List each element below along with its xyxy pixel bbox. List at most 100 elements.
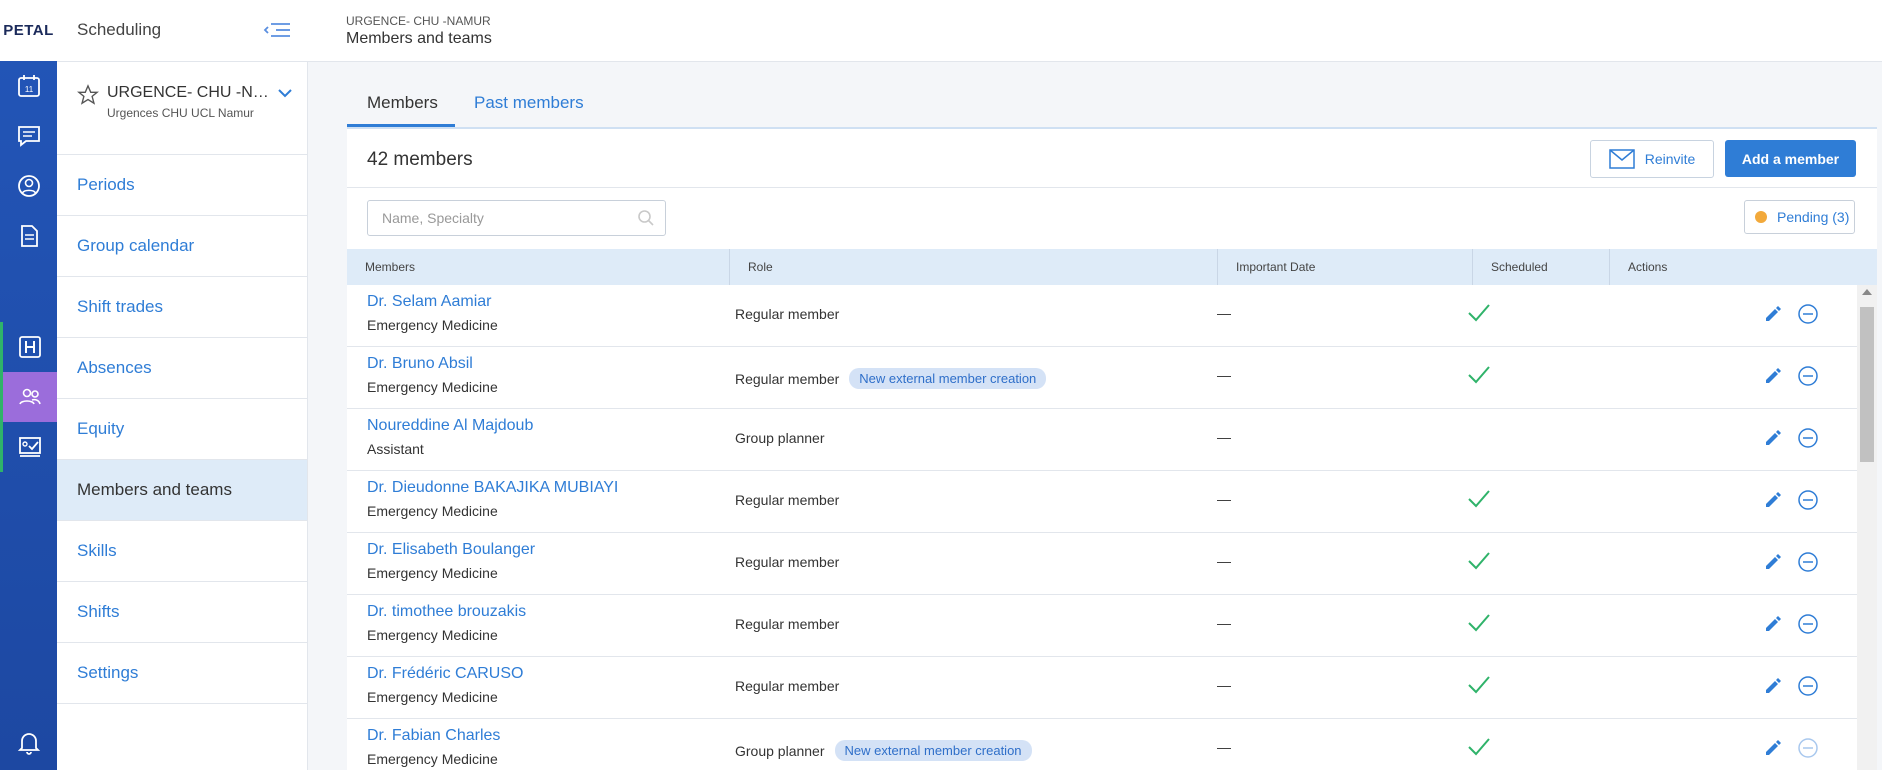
edit-pencil-icon[interactable] [1763,428,1783,453]
member-name-link[interactable]: Dr. Bruno Absil [367,355,473,373]
nav-absences[interactable]: Absences [57,338,307,399]
chat-icon[interactable] [0,111,57,161]
sidebar: URGENCE- CHU -NAMUR Urgences CHU UCL Nam… [57,62,308,770]
breadcrumb-group: URGENCE- CHU -NAMUR [346,14,491,28]
tab-past-members[interactable]: Past members [474,93,584,113]
calendar-icon[interactable]: 11 [0,61,57,111]
remove-member-icon[interactable] [1797,365,1819,392]
pending-label: Pending (3) [1777,209,1850,225]
member-role: Regular member [735,554,839,570]
scheduled-check-icon [1467,365,1491,390]
search-icon [637,209,655,232]
table-row: Dr. Frédéric CARUSO Emergency Medicine R… [347,657,1857,719]
edit-pencil-icon[interactable] [1763,366,1783,391]
member-specialty: Emergency Medicine [367,503,498,519]
nav-equity[interactable]: Equity [57,399,307,460]
member-specialty: Emergency Medicine [367,751,498,767]
members-count: 42 members [367,149,473,170]
nav-skills[interactable]: Skills [57,521,307,582]
col-scheduled[interactable]: Scheduled [1473,249,1610,285]
nav-shift-trades[interactable]: Shift trades [57,277,307,338]
remove-member-icon[interactable] [1797,303,1819,330]
col-important-date[interactable]: Important Date [1218,249,1473,285]
table-row: Dr. Selam Aamiar Emergency Medicine Regu… [347,285,1857,347]
search-input[interactable] [380,209,624,227]
top-bar: Scheduling [57,0,1882,62]
group-subtitle: Urgences CHU UCL Namur [107,106,254,120]
group-selector[interactable]: URGENCE- CHU -NAMUR Urgences CHU UCL Nam… [57,62,307,155]
member-role: Regular member [735,306,839,322]
member-specialty: Emergency Medicine [367,689,498,705]
member-name-link[interactable]: Noureddine Al Majdoub [367,417,533,435]
petal-logo[interactable]: PETAL [0,0,57,61]
members-icon[interactable] [0,372,57,422]
edit-pencil-icon[interactable] [1763,490,1783,515]
group-name: URGENCE- CHU -NAMUR [107,84,277,101]
role-label: Regular member [735,370,840,387]
scheduled-check-icon [1467,303,1491,328]
member-name-link[interactable]: Dr. Fabian Charles [367,727,500,745]
nav-periods[interactable]: Periods [57,155,307,216]
table-row: Dr. Bruno Absil Emergency Medicine Regul… [347,347,1857,409]
member-role: Regular member [735,492,839,508]
notifications-bell-icon[interactable] [0,730,57,756]
members-tabs: Members Past members [347,85,1877,129]
chevron-down-icon[interactable] [277,86,293,104]
reinvite-label: Reinvite [1644,151,1696,167]
remove-member-icon[interactable] [1797,489,1819,516]
col-role[interactable]: Role [730,249,1218,285]
scrollbar-thumb[interactable] [1860,307,1874,462]
nav-members-and-teams[interactable]: Members and teams [57,460,307,521]
profile-icon[interactable] [0,161,57,211]
collapse-menu-icon[interactable] [262,18,292,47]
edit-pencil-icon[interactable] [1763,552,1783,577]
tab-members[interactable]: Members [367,93,438,113]
reinvite-button[interactable]: Reinvite [1590,140,1714,178]
member-role: Group planner [735,430,825,446]
col-members[interactable]: Members [347,249,730,285]
member-name-link[interactable]: Dr. Elisabeth Boulanger [367,541,535,559]
remove-member-icon[interactable] [1797,613,1819,640]
important-date: — [1217,677,1231,693]
nav-settings[interactable]: Settings [57,643,307,704]
divider [347,187,1877,188]
remove-member-icon[interactable] [1797,737,1819,764]
envelope-icon [1608,149,1635,169]
table-row: Dr. Fabian Charles Emergency Medicine Gr… [347,719,1857,770]
nav-group-calendar[interactable]: Group calendar [57,216,307,277]
remove-member-icon[interactable] [1797,551,1819,578]
role-label: Group planner [735,742,825,759]
scroll-up-arrow-icon[interactable] [1862,289,1872,295]
approval-board-icon[interactable] [0,422,57,472]
section-title: Scheduling [77,20,162,39]
member-specialty: Emergency Medicine [367,379,498,395]
logo-text: PETAL [3,22,54,39]
star-icon[interactable] [76,84,100,111]
edit-pencil-icon[interactable] [1763,614,1783,639]
add-member-button[interactable]: Add a member [1725,140,1856,177]
member-name-link[interactable]: Dr. Selam Aamiar [367,293,491,311]
member-search[interactable] [367,200,666,236]
table-row: Dr. Elisabeth Boulanger Emergency Medici… [347,533,1857,595]
edit-pencil-icon[interactable] [1763,738,1783,763]
document-icon[interactable] [0,211,57,261]
member-specialty: Assistant [367,441,424,457]
pending-filter-button[interactable]: Pending (3) [1744,200,1855,234]
important-date: — [1217,367,1231,383]
nav-shifts[interactable]: Shifts [57,582,307,643]
edit-pencil-icon[interactable] [1763,676,1783,701]
member-name-link[interactable]: Dr. timothee brouzakis [367,603,526,621]
remove-member-icon[interactable] [1797,427,1819,454]
col-actions: Actions [1628,260,1668,274]
member-name-link[interactable]: Dr. Frédéric CARUSO [367,665,523,683]
member-name-link[interactable]: Dr. Dieudonne BAKAJIKA MUBIAYI [367,479,618,497]
member-role: Regular member New external member creati… [735,368,1047,389]
scheduled-check-icon [1467,489,1491,514]
hospital-icon[interactable] [0,322,57,372]
table-header: Members Role Important Date Scheduled Ac… [347,249,1877,285]
table-scrollbar[interactable] [1857,285,1877,770]
edit-pencil-icon[interactable] [1763,304,1783,329]
important-date: — [1217,553,1231,569]
table-row: Dr. timothee brouzakis Emergency Medicin… [347,595,1857,657]
remove-member-icon[interactable] [1797,675,1819,702]
